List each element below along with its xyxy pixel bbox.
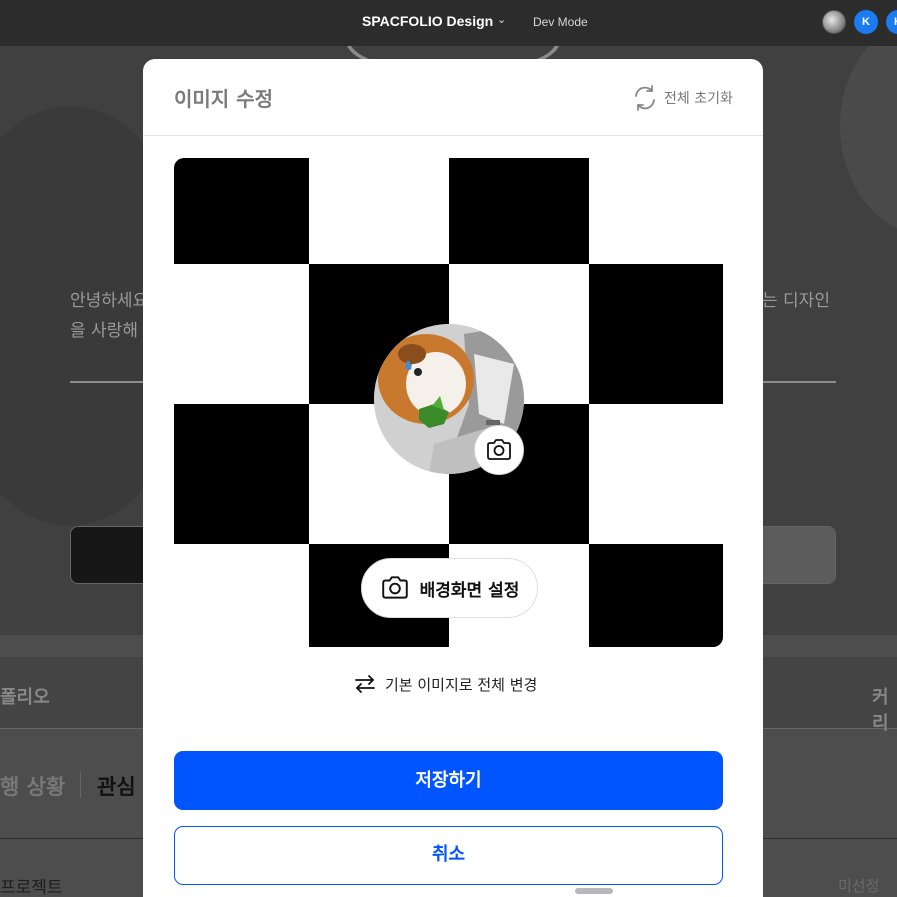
- swap-arrows-icon: [355, 675, 375, 693]
- background-intro-text: 는 디자인: [762, 291, 830, 311]
- background-sub-tab: 행 상황: [0, 775, 66, 799]
- profile-camera-button[interactable]: [474, 425, 524, 475]
- collaborator-avatar[interactable]: K: [886, 10, 897, 34]
- change-all-default-button[interactable]: 기본 이미지로 전체 변경: [354, 671, 537, 697]
- background-tab: 커리: [872, 687, 889, 734]
- background-unselected-label: 미선정: [838, 877, 880, 895]
- collaborator-avatar[interactable]: K: [854, 10, 878, 34]
- checker-cell: [174, 158, 309, 264]
- reset-all-button[interactable]: 전체 초기화: [631, 84, 733, 112]
- checker-cell: [589, 264, 723, 404]
- background-intro-text: 을 사랑해: [70, 321, 138, 341]
- checker-cell: [589, 544, 723, 647]
- save-button[interactable]: 저장하기: [174, 751, 723, 810]
- reset-all-label: 전체 초기화: [664, 91, 733, 107]
- refresh-icon: [635, 85, 655, 111]
- modal-header: 이미지 수정 전체 초기화: [143, 59, 763, 136]
- file-name[interactable]: SPACFOLIO Design: [362, 13, 493, 29]
- camera-icon: [381, 576, 408, 599]
- checker-cell: [449, 158, 589, 264]
- background-intro-text: 안녕하세요: [70, 291, 149, 311]
- avatar[interactable]: [822, 10, 846, 34]
- background-sub-tab: 관심: [97, 775, 136, 799]
- camera-icon: [487, 439, 511, 460]
- background-decoration: [840, 46, 897, 236]
- cancel-button[interactable]: 취소: [174, 826, 723, 885]
- background-divider: [80, 772, 81, 798]
- image-edit-modal: 이미지 수정 전체 초기화 배경화면 설정 기본 이미지로 전체 변경 저장하기…: [143, 59, 763, 897]
- set-background-label: 배경화면 설정: [419, 580, 520, 601]
- scroll-handle[interactable]: [575, 888, 613, 894]
- set-background-button[interactable]: 배경화면 설정: [361, 558, 538, 618]
- background-tab: 폴리오: [0, 687, 50, 708]
- dev-mode-label[interactable]: Dev Mode: [533, 15, 588, 29]
- chevron-down-icon[interactable]: ⌄: [497, 13, 506, 26]
- modal-title: 이미지 수정: [174, 87, 273, 111]
- background-project-label: 프로젝트: [0, 878, 63, 897]
- figma-topbar: SPACFOLIO Design ⌄ Dev Mode K K: [0, 0, 897, 46]
- change-all-label: 기본 이미지로 전체 변경: [385, 675, 538, 694]
- checker-cell: [174, 404, 309, 544]
